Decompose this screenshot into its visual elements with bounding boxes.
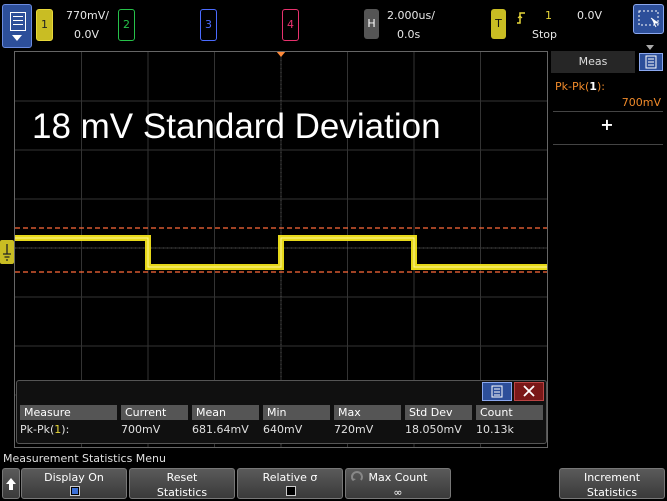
measurement-side-panel: Meas Pk-Pk(1): 700mV + — [551, 51, 667, 448]
column-header: Min — [263, 405, 330, 420]
measurement-statistics-table: Measure Current Mean Min Max Std Dev Cou… — [16, 380, 547, 444]
list-icon[interactable] — [639, 53, 663, 71]
count-value: 10.13k — [476, 423, 514, 436]
channel-2-button[interactable]: 2 — [118, 9, 135, 41]
softkey-label: Relative σ — [262, 471, 318, 484]
annotation-text: 18 mV Standard Deviation — [32, 107, 441, 146]
reset-statistics-softkey[interactable]: Reset Statistics — [129, 468, 235, 499]
horizontal-delay: 0.0s — [397, 28, 421, 41]
display-on-softkey[interactable]: Display On — [21, 468, 127, 499]
softkey-label: Max Count — [368, 471, 428, 484]
channel-1-offset: 0.0V — [74, 28, 100, 41]
channel-1-ground-marker[interactable] — [0, 240, 14, 264]
top-status-bar: 1 770mV/ 0.0V 2 3 4 H 2.000us/ 0.0s T 1 … — [0, 0, 667, 50]
column-header: Count — [476, 405, 543, 420]
softkey-label: Statistics — [156, 486, 208, 499]
run-status: Stop — [532, 28, 558, 41]
softkey-label: Statistics — [586, 486, 638, 499]
mean-value: 681.64mV — [192, 423, 249, 436]
measure-close: ): — [596, 80, 605, 93]
trigger-source: 1 — [545, 9, 552, 22]
chevron-down-icon — [12, 35, 22, 41]
column-header: Measure — [20, 405, 117, 420]
measure-name: Pk-Pk( — [555, 80, 590, 93]
column-header: Mean — [192, 405, 259, 420]
std-dev-value: 18.050mV — [405, 423, 462, 436]
touch-zoom-button[interactable] — [633, 4, 664, 34]
min-value: 640mV — [263, 423, 303, 436]
column-header: Max — [334, 405, 401, 420]
increment-statistics-softkey[interactable]: Increment Statistics — [559, 468, 665, 499]
trigger-level: 0.0V — [577, 9, 603, 22]
close-icon[interactable] — [514, 382, 544, 401]
side-measurement-value: 700mV — [621, 96, 661, 109]
current-value: 700mV — [121, 423, 161, 436]
relative-sigma-checkbox[interactable] — [286, 486, 296, 496]
channel-3-button[interactable]: 3 — [200, 9, 217, 41]
trigger-button[interactable]: T — [491, 9, 506, 39]
row-measure: Pk-Pk(1): — [20, 423, 69, 436]
divider — [553, 144, 663, 145]
add-measurement-button[interactable]: + — [551, 115, 663, 134]
max-value: 720mV — [334, 423, 374, 436]
timebase-value: 2.000us/ — [387, 9, 435, 22]
main-menu-button[interactable] — [2, 4, 32, 48]
display-on-checkbox[interactable] — [70, 486, 80, 496]
max-count-softkey[interactable]: Max Count ∞ — [345, 468, 451, 499]
measure-close: ): — [61, 423, 70, 436]
column-header: Std Dev — [405, 405, 472, 420]
measure-name: Pk-Pk( — [20, 423, 55, 436]
chevron-down-icon — [637, 36, 663, 50]
measure-channel: 1 — [589, 80, 597, 93]
list-icon[interactable] — [482, 382, 512, 401]
softkey-bar: Measurement Statistics Menu Display On R… — [0, 450, 667, 500]
menu-list-icon — [10, 12, 26, 31]
rising-edge-icon — [516, 9, 526, 24]
divider — [553, 111, 663, 112]
horizontal-button[interactable]: H — [364, 9, 379, 39]
softkey-label: Display On — [44, 471, 104, 484]
side-measurement-label: Pk-Pk(1): — [555, 80, 605, 93]
menu-title: Measurement Statistics Menu — [3, 452, 166, 465]
channel-1-scale: 770mV/ — [66, 9, 109, 22]
column-header: Current — [121, 405, 188, 420]
back-button[interactable] — [2, 468, 20, 499]
tab-meas[interactable]: Meas — [551, 51, 635, 73]
channel-1-button[interactable]: 1 — [36, 9, 53, 41]
relative-sigma-softkey[interactable]: Relative σ — [237, 468, 343, 499]
softkey-value: ∞ — [393, 486, 403, 499]
channel-4-button[interactable]: 4 — [282, 9, 299, 41]
softkey-label: Increment — [583, 471, 641, 484]
softkey-label: Reset — [166, 471, 198, 484]
